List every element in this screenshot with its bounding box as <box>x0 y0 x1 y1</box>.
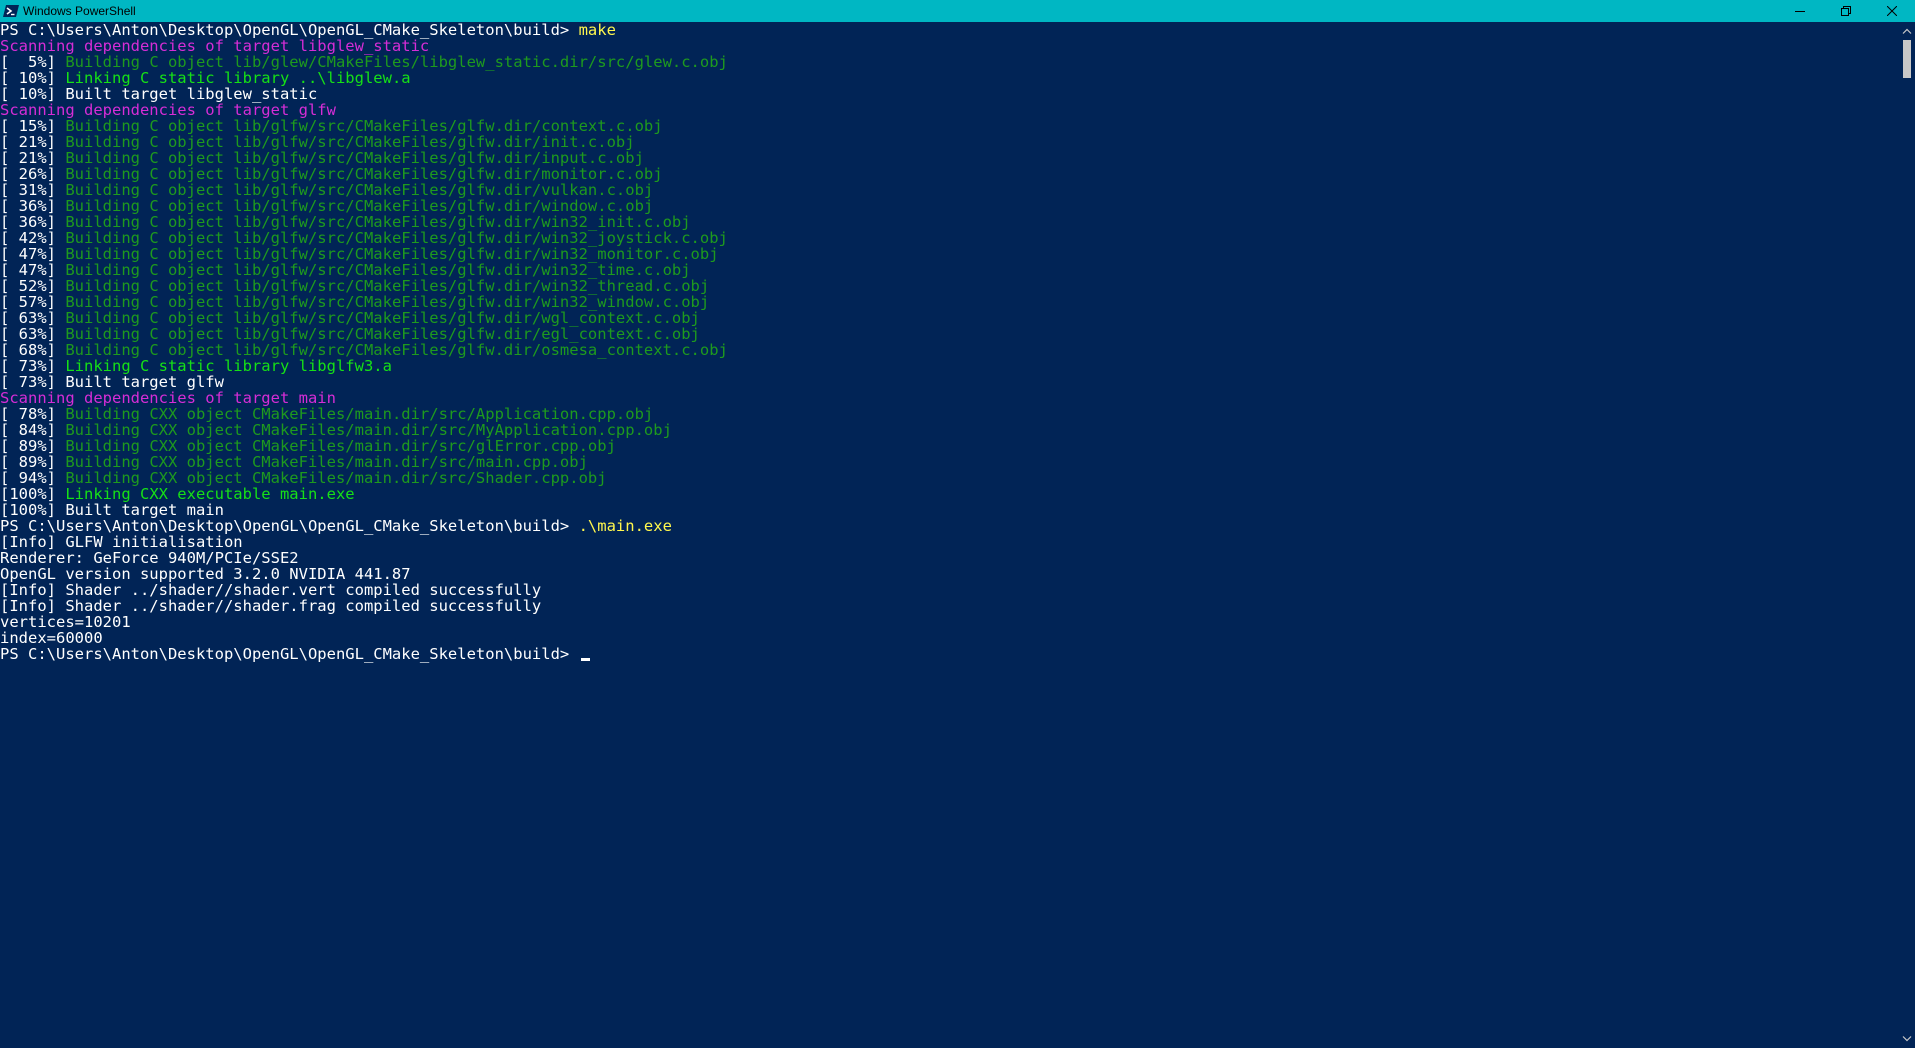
terminal-line: [ 21%] Building C object lib/glfw/src/CM… <box>0 134 1899 150</box>
window-controls <box>1777 0 1915 22</box>
terminal-line: [ 26%] Building C object lib/glfw/src/CM… <box>0 166 1899 182</box>
terminal-line: [ 10%] Linking C static library ..\libgl… <box>0 70 1899 86</box>
powershell-window: Windows PowerShell PS C:\Users\Anton\Des… <box>0 0 1915 1048</box>
terminal-line: PS C:\Users\Anton\Desktop\OpenGL\OpenGL_… <box>0 22 1899 38</box>
window-title: Windows PowerShell <box>23 4 136 18</box>
scroll-up-arrow[interactable] <box>1899 24 1915 38</box>
terminal-line: [ 5%] Building C object lib/glew/CMakeFi… <box>0 54 1899 70</box>
terminal-line: [ 10%] Built target libglew_static <box>0 86 1899 102</box>
powershell-icon[interactable] <box>0 0 22 22</box>
terminal-line: Renderer: GeForce 940M/PCIe/SSE2 <box>0 550 1899 566</box>
terminal-line: [ 89%] Building CXX object CMakeFiles/ma… <box>0 454 1899 470</box>
terminal-line: [ 21%] Building C object lib/glfw/src/CM… <box>0 150 1899 166</box>
terminal-line: [ 36%] Building C object lib/glfw/src/CM… <box>0 214 1899 230</box>
terminal-line: [ 89%] Building CXX object CMakeFiles/ma… <box>0 438 1899 454</box>
terminal-line: [ 84%] Building CXX object CMakeFiles/ma… <box>0 422 1899 438</box>
terminal-line: [ 57%] Building C object lib/glfw/src/CM… <box>0 294 1899 310</box>
terminal-text: PS C:\Users\Anton\Desktop\OpenGL\OpenGL_… <box>0 645 579 663</box>
terminal-line: Scanning dependencies of target main <box>0 390 1899 406</box>
terminal-line: [Info] Shader ../shader//shader.vert com… <box>0 582 1899 598</box>
restore-button[interactable] <box>1823 0 1869 22</box>
terminal-line: [ 94%] Building CXX object CMakeFiles/ma… <box>0 470 1899 486</box>
terminal-line: Scanning dependencies of target glfw <box>0 102 1899 118</box>
terminal-line: index=60000 <box>0 630 1899 646</box>
terminal-line: [Info] GLFW initialisation <box>0 534 1899 550</box>
terminal-line: [ 73%] Built target glfw <box>0 374 1899 390</box>
scroll-down-arrow[interactable] <box>1899 1032 1915 1046</box>
text-cursor <box>580 658 590 661</box>
terminal-line: [ 52%] Building C object lib/glfw/src/CM… <box>0 278 1899 294</box>
restore-icon <box>1841 6 1851 16</box>
scroll-thumb[interactable] <box>1903 40 1911 78</box>
terminal-line: [ 47%] Building C object lib/glfw/src/CM… <box>0 262 1899 278</box>
terminal-line: [ 47%] Building C object lib/glfw/src/CM… <box>0 246 1899 262</box>
terminal-line: [ 78%] Building CXX object CMakeFiles/ma… <box>0 406 1899 422</box>
terminal-line: vertices=10201 <box>0 614 1899 630</box>
terminal-text: make <box>578 22 616 39</box>
terminal-line: [ 15%] Building C object lib/glfw/src/CM… <box>0 118 1899 134</box>
close-icon <box>1887 6 1897 16</box>
chevron-up-icon <box>1902 28 1912 34</box>
terminal-line: [ 31%] Building C object lib/glfw/src/CM… <box>0 182 1899 198</box>
terminal-line: [ 73%] Linking C static library libglfw3… <box>0 358 1899 374</box>
terminal-line: [ 63%] Building C object lib/glfw/src/CM… <box>0 310 1899 326</box>
terminal-line: [100%] Linking CXX executable main.exe <box>0 486 1899 502</box>
terminal-line: PS C:\Users\Anton\Desktop\OpenGL\OpenGL_… <box>0 646 1899 662</box>
terminal-text: .\main.exe <box>578 517 672 535</box>
terminal-line: [ 63%] Building C object lib/glfw/src/CM… <box>0 326 1899 342</box>
terminal-line: [Info] Shader ../shader//shader.frag com… <box>0 598 1899 614</box>
chevron-down-icon <box>1902 1036 1912 1042</box>
terminal-line: [ 68%] Building C object lib/glfw/src/CM… <box>0 342 1899 358</box>
vertical-scrollbar[interactable] <box>1899 22 1915 1048</box>
title-bar[interactable]: Windows PowerShell <box>0 0 1915 22</box>
terminal-line: Scanning dependencies of target libglew_… <box>0 38 1899 54</box>
terminal-output[interactable]: PS C:\Users\Anton\Desktop\OpenGL\OpenGL_… <box>0 22 1899 1048</box>
close-button[interactable] <box>1869 0 1915 22</box>
terminal-line: PS C:\Users\Anton\Desktop\OpenGL\OpenGL_… <box>0 518 1899 534</box>
terminal-line: [ 36%] Building C object lib/glfw/src/CM… <box>0 198 1899 214</box>
terminal-line: [ 42%] Building C object lib/glfw/src/CM… <box>0 230 1899 246</box>
minimize-button[interactable] <box>1777 0 1823 22</box>
terminal-line: OpenGL version supported 3.2.0 NVIDIA 44… <box>0 566 1899 582</box>
minimize-icon <box>1795 11 1805 12</box>
terminal-line: [100%] Built target main <box>0 502 1899 518</box>
